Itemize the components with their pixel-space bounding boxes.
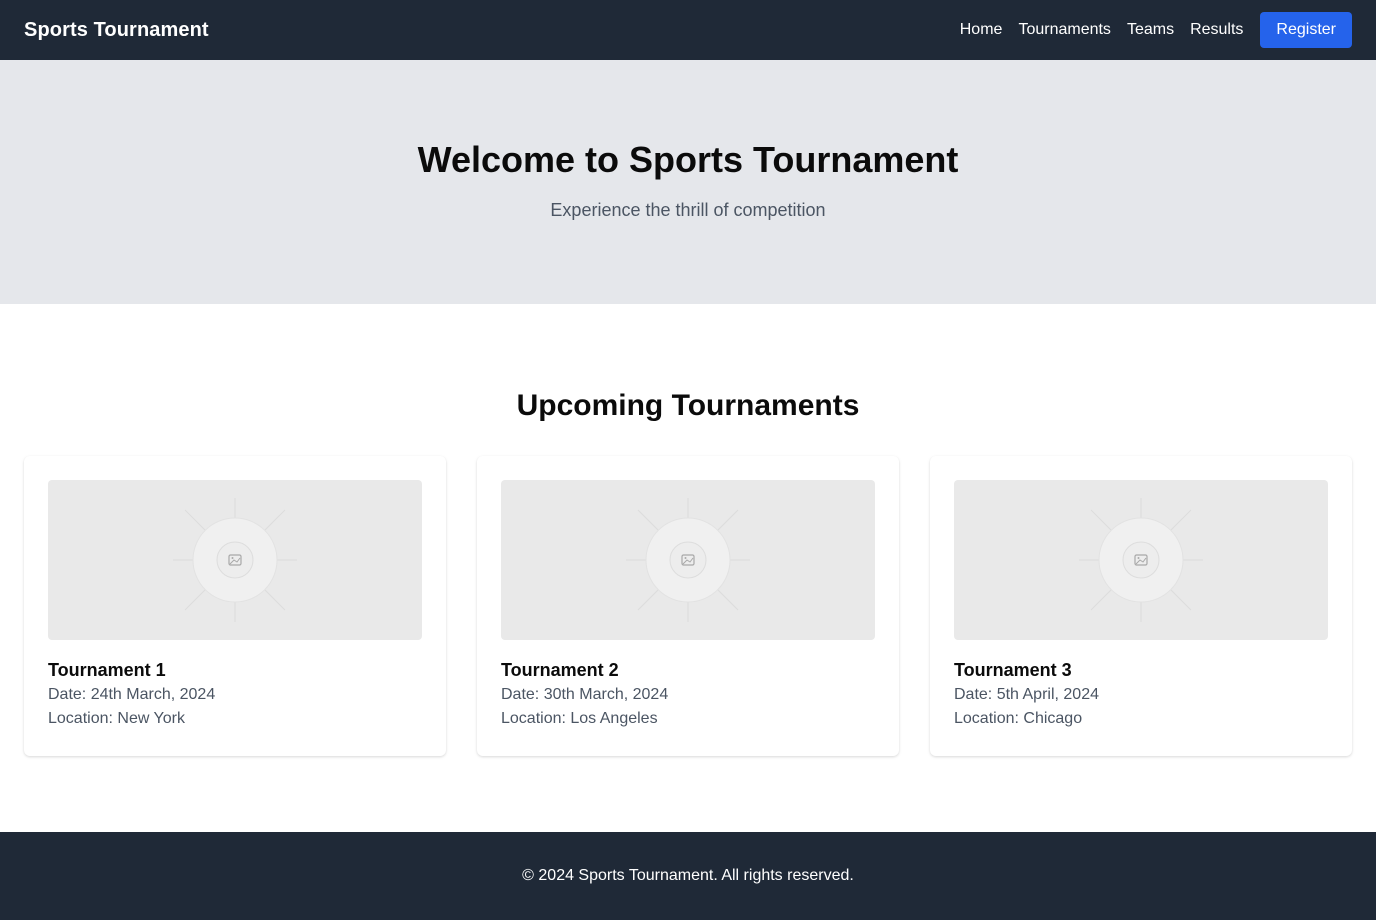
footer: © 2024 Sports Tournament. All rights res… — [0, 832, 1376, 920]
tournament-image — [954, 480, 1328, 640]
tournament-name: Tournament 1 — [48, 660, 166, 680]
tournament-image — [501, 480, 875, 640]
image-placeholder-icon — [1079, 498, 1203, 622]
tournament-date: Date: 5th April, 2024 — [954, 686, 1099, 703]
tournament-cards: Tournament 1 Date: 24th March, 2024 Loca… — [0, 456, 1376, 756]
tournament-image — [48, 480, 422, 640]
tournament-location: Location: Chicago — [954, 710, 1083, 727]
tournament-name: Tournament 3 — [954, 660, 1072, 680]
tournament-date: Date: 24th March, 2024 — [48, 686, 216, 703]
tournament-date: Date: 30th March, 2024 — [501, 686, 669, 703]
navbar: Sports Tournament Home Tournaments Teams… — [0, 0, 1376, 60]
nav-link-teams[interactable]: Teams — [1127, 21, 1174, 39]
nav-links: Home Tournaments Teams Results Register — [960, 12, 1352, 48]
tournament-name: Tournament 2 — [501, 660, 619, 680]
section-title: Upcoming Tournaments — [516, 389, 860, 422]
brand-logo-text[interactable]: Sports Tournament — [24, 19, 209, 42]
tournament-card-1[interactable]: Tournament 1 Date: 24th March, 2024 Loca… — [24, 456, 446, 756]
hero-section: Welcome to Sports Tournament Experience … — [0, 60, 1376, 304]
hero-subtitle: Experience the thrill of competition — [550, 200, 826, 220]
register-button[interactable]: Register — [1260, 12, 1352, 48]
tournament-location: Location: New York — [48, 710, 185, 727]
nav-link-home[interactable]: Home — [960, 21, 1003, 39]
copyright-text: © 2024 Sports Tournament. All rights res… — [522, 867, 854, 884]
nav-link-results[interactable]: Results — [1190, 21, 1243, 39]
hero-title: Welcome to Sports Tournament — [417, 139, 959, 180]
tournaments-section: Upcoming Tournaments Tournament 1 Date: … — [0, 304, 1376, 832]
tournament-card-2[interactable]: Tournament 2 Date: 30th March, 2024 Loca… — [477, 456, 899, 756]
image-placeholder-icon — [626, 498, 750, 622]
nav-link-tournaments[interactable]: Tournaments — [1018, 21, 1111, 39]
image-placeholder-icon — [173, 498, 297, 622]
tournament-location: Location: Los Angeles — [501, 710, 658, 727]
tournament-card-3[interactable]: Tournament 3 Date: 5th April, 2024 Locat… — [930, 456, 1352, 756]
